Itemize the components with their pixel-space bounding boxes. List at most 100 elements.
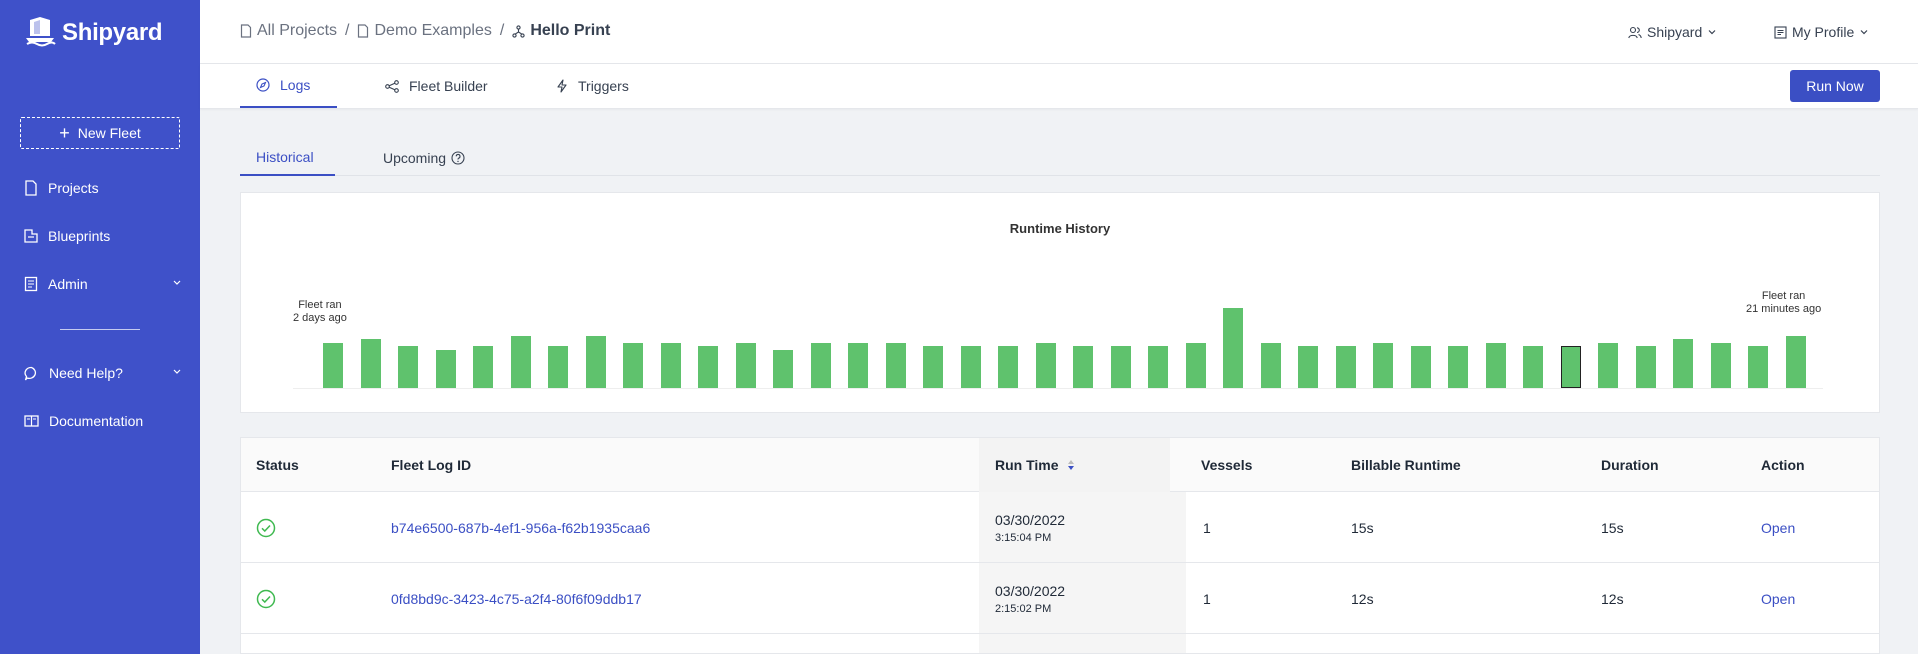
subtab-historical[interactable]: Historical (240, 140, 335, 176)
runtime-bar[interactable] (548, 346, 568, 388)
runtime-bar[interactable] (1748, 346, 1768, 388)
runtime-bar[interactable] (323, 343, 343, 388)
chevron-down-icon (1860, 30, 1868, 35)
sidebar-item-projects[interactable]: Projects (24, 180, 182, 196)
breadcrumb-demo-examples[interactable]: Demo Examples (357, 22, 492, 40)
tab-triggers[interactable]: Triggers (556, 64, 629, 108)
column-header-billable-runtime[interactable]: Billable Runtime (1351, 438, 1461, 492)
runtime-bar[interactable] (961, 346, 981, 388)
runtime-bar[interactable] (586, 336, 606, 388)
document-icon (240, 24, 252, 38)
runtime-bar[interactable] (998, 346, 1018, 388)
billable-runtime-cell: 15s (1351, 519, 1374, 536)
column-header-fleet-log-id[interactable]: Fleet Log ID (391, 438, 471, 492)
top-header: All Projects / Demo Examples / Hello Pri… (200, 0, 1918, 64)
chat-icon (24, 366, 37, 380)
breadcrumb: All Projects / Demo Examples / Hello Pri… (240, 22, 610, 40)
tab-logs[interactable]: Logs (240, 64, 337, 108)
chart-baseline (293, 388, 1823, 389)
runtime-bar[interactable] (1636, 346, 1656, 388)
sidebar-item-need-help[interactable]: Need Help? (24, 365, 182, 381)
sidebar-item-admin[interactable]: Admin (24, 276, 182, 292)
lightning-icon (557, 79, 567, 93)
profile-menu-label: My Profile (1792, 24, 1855, 40)
sidebar-item-documentation[interactable]: Documentation (24, 413, 182, 429)
runtime-bar[interactable] (1261, 343, 1281, 388)
breadcrumb-all-projects[interactable]: All Projects (240, 22, 337, 40)
runtime-bar[interactable] (473, 346, 493, 388)
column-header-vessels[interactable]: Vessels (1201, 438, 1252, 492)
tab-fleet-builder[interactable]: Fleet Builder (385, 64, 488, 108)
runtime-bar[interactable] (436, 350, 456, 388)
book-icon (24, 415, 39, 427)
runtime-bar[interactable] (1036, 343, 1056, 388)
runtime-bar[interactable] (1486, 343, 1506, 388)
runtime-bar[interactable] (1448, 346, 1468, 388)
runtime-bar[interactable] (773, 350, 793, 388)
runtime-bar[interactable] (848, 343, 868, 388)
org-menu-label: Shipyard (1647, 24, 1703, 40)
runtime-bar[interactable] (1411, 346, 1431, 388)
breadcrumb-separator: / (499, 22, 505, 39)
subtab-upcoming[interactable]: Upcoming (383, 140, 465, 176)
runtime-bar[interactable] (511, 336, 531, 388)
runtime-bar[interactable] (361, 339, 381, 388)
runtime-bar[interactable] (923, 346, 943, 388)
runtime-bar[interactable] (1223, 308, 1243, 388)
admin-icon (24, 276, 38, 292)
duration-cell: 15s (1601, 519, 1624, 536)
profile-icon (1774, 25, 1787, 39)
org-menu[interactable]: Shipyard (1628, 24, 1717, 40)
annotation-line: Fleet ran (298, 299, 342, 311)
runtime-bar[interactable] (1561, 346, 1581, 388)
runtime-bar[interactable] (1523, 346, 1543, 388)
sidebar-item-label: Blueprints (48, 228, 111, 244)
profile-menu[interactable]: My Profile (1774, 24, 1869, 40)
subtab-label: Upcoming (383, 150, 447, 166)
runtime-bar[interactable] (1673, 339, 1693, 388)
open-log-link[interactable]: Open (1761, 563, 1795, 634)
status-cell (256, 563, 276, 634)
column-header-duration[interactable]: Duration (1601, 438, 1659, 492)
runtime-bar[interactable] (1111, 346, 1131, 388)
column-header-status[interactable]: Status (256, 438, 299, 492)
sidebar: Shipyard + New Fleet Projects Blueprints… (0, 0, 200, 654)
ship-logo-icon (26, 17, 56, 47)
open-log-link[interactable]: Open (1761, 492, 1795, 563)
runtime-bar[interactable] (623, 343, 643, 388)
runtime-bar[interactable] (886, 343, 906, 388)
runtime-bar[interactable] (1711, 343, 1731, 388)
runtime-bar[interactable] (1598, 343, 1618, 388)
fleet-log-id-link[interactable]: b74e6500-687b-4ef1-956a-f62b1935caa6 (391, 492, 650, 563)
annotation-line: Fleet ran (1761, 290, 1806, 302)
runtime-bar[interactable] (1786, 336, 1806, 388)
runtime-bar[interactable] (1373, 343, 1393, 388)
runtime-bar[interactable] (661, 343, 681, 388)
runtime-bar[interactable] (1148, 346, 1168, 388)
runtime-bar[interactable] (1073, 346, 1093, 388)
runtime-bar[interactable] (1336, 346, 1356, 388)
runtime-bar[interactable] (736, 343, 756, 388)
chart-annotation-latest: Fleet ran 21 minutes ago (1746, 290, 1821, 316)
runtime-bar[interactable] (1298, 346, 1318, 388)
runtime-bar[interactable] (398, 346, 418, 388)
new-fleet-button[interactable]: + New Fleet (20, 117, 180, 149)
duration-cell: 12s (1601, 590, 1624, 607)
vessels-cell: 1 (1203, 590, 1211, 607)
status-cell (256, 492, 276, 563)
column-header-action: Action (1761, 457, 1805, 473)
brand-logo[interactable]: Shipyard (24, 16, 163, 50)
sidebar-item-blueprints[interactable]: Blueprints (24, 228, 182, 244)
column-header-run-time[interactable]: Run Time (979, 438, 1170, 492)
breadcrumb-separator: / (345, 22, 350, 39)
runtime-bar[interactable] (698, 346, 718, 388)
run-now-button[interactable]: Run Now (1790, 70, 1880, 102)
runtime-bar[interactable] (811, 343, 831, 388)
log-subtabs: Historical Upcoming (240, 140, 1880, 176)
table-row: b74e6500-687b-4ef1-956a-f62b1935caa6 03/… (241, 492, 1879, 563)
runtime-bar[interactable] (1186, 343, 1206, 388)
fleet-log-id-link[interactable]: 0fd8bd9c-3423-4c75-a2f4-80f6f09ddb17 (391, 563, 642, 634)
run-time-cell: 03/30/2022 2:15:02 PM (995, 563, 1065, 634)
check-circle-icon (256, 589, 276, 608)
vessels-cell: 1 (1203, 519, 1211, 536)
